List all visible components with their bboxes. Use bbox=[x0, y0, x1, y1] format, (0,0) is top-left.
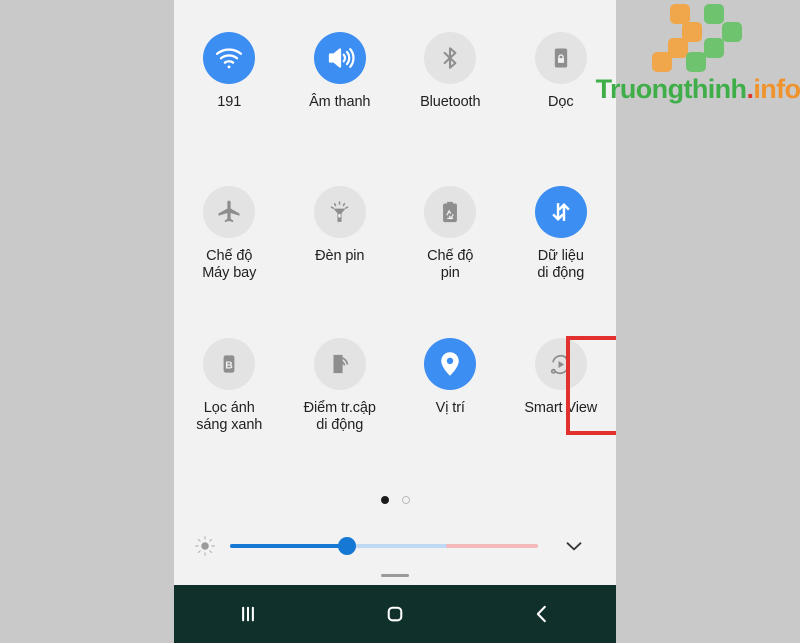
tile-label: Dữ liệu di động bbox=[537, 248, 585, 281]
mobile-hotspot-icon[interactable] bbox=[313, 338, 366, 390]
tile-label: Đèn pin bbox=[315, 248, 365, 264]
mobile-data-icon[interactable] bbox=[534, 186, 587, 238]
quick-settings-panel: 191 Âm thanh Bluetooth Dọc Chế độ Máy ba… bbox=[174, 0, 616, 586]
tile-power-saving[interactable]: Chế độ pin bbox=[395, 186, 506, 282]
tile-bluetooth[interactable]: Bluetooth bbox=[395, 32, 506, 111]
sound-icon[interactable] bbox=[313, 32, 366, 84]
tile-label: Smart View bbox=[524, 400, 598, 416]
chevron-down-icon[interactable] bbox=[562, 534, 586, 558]
tile-label: 191 bbox=[217, 94, 242, 110]
watermark: Truongthinh.info bbox=[596, 2, 800, 112]
phone-screen: 191 Âm thanh Bluetooth Dọc Chế độ Máy ba… bbox=[174, 0, 616, 643]
blue-light-filter-icon[interactable]: B bbox=[203, 338, 256, 390]
airplane-icon[interactable] bbox=[203, 186, 256, 238]
tile-label: Vị trí bbox=[435, 400, 465, 416]
power-saving-icon[interactable] bbox=[424, 186, 477, 238]
tile-label: Âm thanh bbox=[309, 94, 371, 110]
brightness-icon bbox=[194, 535, 216, 557]
quick-settings-row-3: B Lọc ánh sáng xanh Điểm tr.cập di động … bbox=[174, 338, 616, 434]
flashlight-icon[interactable] bbox=[313, 186, 366, 238]
rotation-lock-icon[interactable] bbox=[534, 32, 587, 84]
slider-fill bbox=[230, 544, 348, 548]
panel-grab-handle[interactable] bbox=[381, 574, 409, 577]
tile-label: Chế độ pin bbox=[427, 248, 474, 281]
brightness-control bbox=[174, 528, 616, 564]
tile-label: Lọc ánh sáng xanh bbox=[196, 400, 263, 433]
watermark-text: Truongthinh.info bbox=[596, 74, 800, 104]
tile-wifi[interactable]: 191 bbox=[174, 32, 285, 111]
tile-blue-light-filter[interactable]: B Lọc ánh sáng xanh bbox=[174, 338, 285, 434]
tile-label: Bluetooth bbox=[420, 94, 481, 110]
slider-warm-track bbox=[445, 544, 538, 548]
tile-flashlight[interactable]: Đèn pin bbox=[285, 186, 396, 282]
bluetooth-icon[interactable] bbox=[424, 32, 477, 84]
truongthinh-logo-icon bbox=[652, 4, 742, 72]
quick-settings-row-1: 191 Âm thanh Bluetooth Dọc bbox=[174, 32, 616, 111]
tile-label: Điểm tr.cập di động bbox=[303, 400, 376, 433]
svg-text:B: B bbox=[225, 359, 233, 371]
location-icon[interactable] bbox=[424, 338, 477, 390]
page-indicator bbox=[174, 496, 616, 504]
tile-location[interactable]: Vị trí bbox=[395, 338, 506, 434]
wifi-icon[interactable] bbox=[203, 32, 256, 84]
tile-label: Dọc bbox=[548, 94, 574, 110]
slider-thumb[interactable] bbox=[338, 537, 357, 555]
home-button[interactable] bbox=[321, 585, 468, 643]
tile-sound[interactable]: Âm thanh bbox=[285, 32, 396, 111]
watermark-text-tld: info bbox=[753, 74, 800, 104]
tile-mobile-hotspot[interactable]: Điểm tr.cập di động bbox=[285, 338, 396, 434]
tile-mobile-data[interactable]: Dữ liệu di động bbox=[506, 186, 617, 282]
back-button[interactable] bbox=[469, 585, 616, 643]
page-dot-1[interactable] bbox=[380, 496, 389, 504]
recents-button[interactable] bbox=[174, 585, 321, 643]
tile-label: Chế độ Máy bay bbox=[202, 248, 257, 281]
smart-view-icon[interactable] bbox=[534, 338, 587, 390]
page-dot-2[interactable] bbox=[401, 496, 410, 504]
brightness-slider[interactable] bbox=[230, 537, 538, 555]
watermark-text-brand: Truongthinh bbox=[595, 74, 747, 104]
tile-airplane-mode[interactable]: Chế độ Máy bay bbox=[174, 186, 285, 282]
navigation-bar bbox=[174, 585, 616, 643]
tile-smart-view[interactable]: Smart View bbox=[506, 338, 617, 434]
quick-settings-row-2: Chế độ Máy bay Đèn pin Chế độ pin Dữ liệ… bbox=[174, 186, 616, 282]
